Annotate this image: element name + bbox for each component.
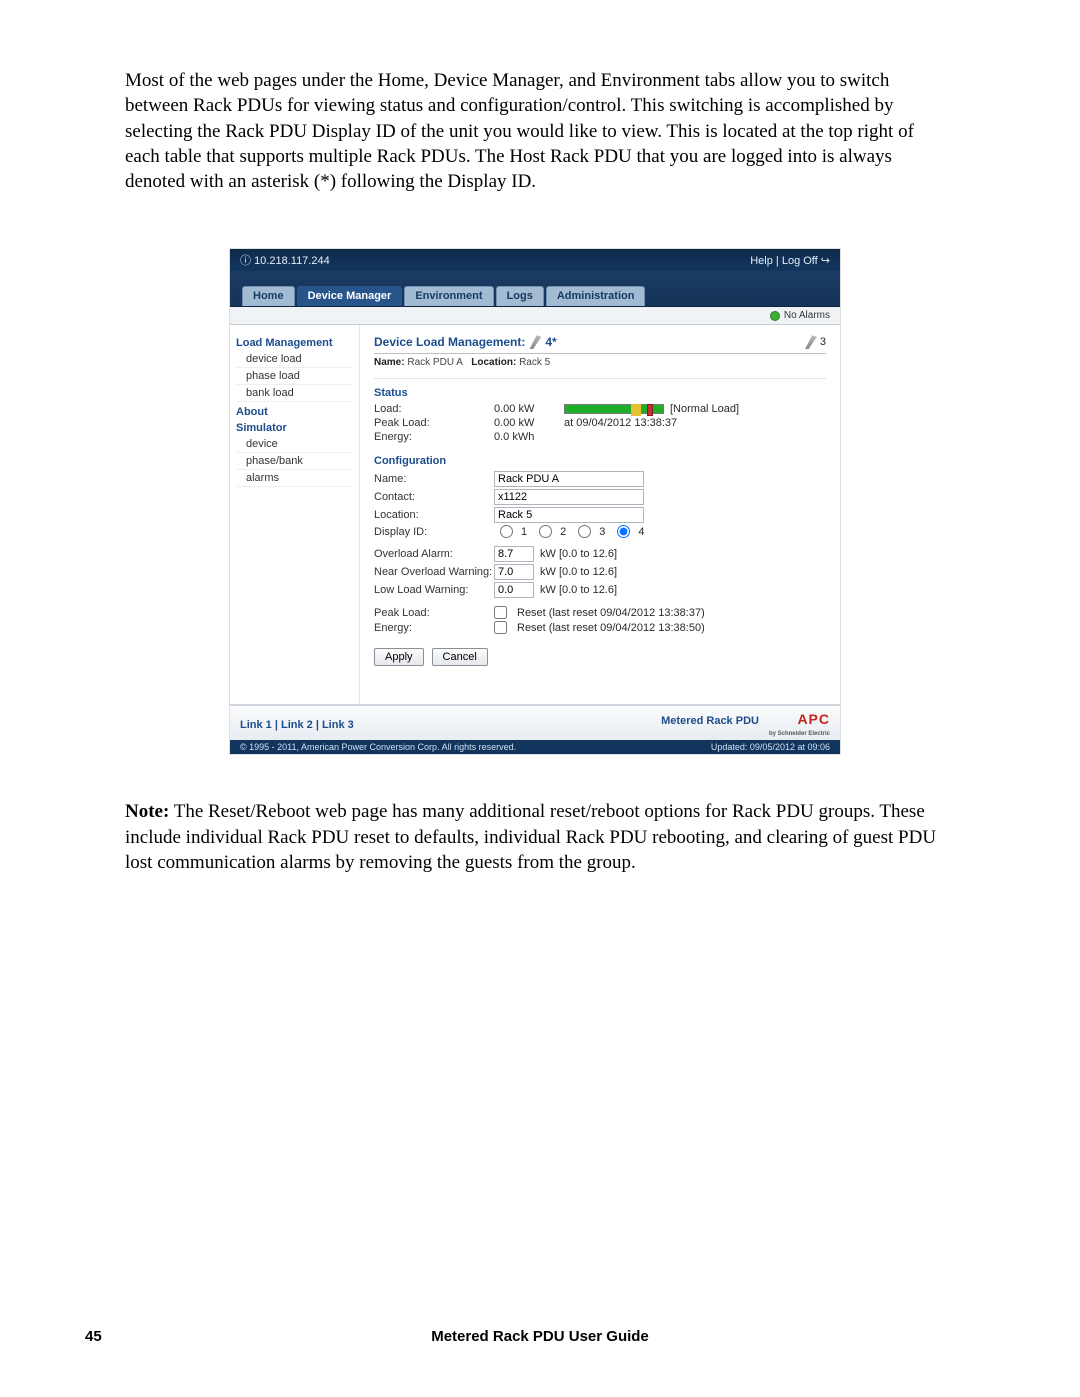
footer-links[interactable]: Link 1 | Link 2 | Link 3	[240, 719, 354, 731]
tab-administration[interactable]: Administration	[546, 286, 646, 306]
cfg-energy-label: Energy:	[374, 622, 494, 634]
subline: Name: Rack PDU A Location: Rack 5	[374, 354, 826, 379]
sidebar-header-simulator: Simulator	[236, 422, 353, 434]
radio-1[interactable]	[500, 525, 513, 538]
cfg-near-label: Near Overload Warning:	[374, 566, 514, 578]
logoff-icon: ↪	[821, 255, 830, 267]
logoff-link[interactable]: Log Off	[782, 255, 818, 267]
cfg-low-label: Low Load Warning:	[374, 584, 494, 596]
cfg-name-input[interactable]	[494, 471, 644, 487]
page-footer: 45 Metered Rack PDU User Guide	[0, 1328, 1080, 1345]
apply-button[interactable]: Apply	[374, 648, 424, 666]
tab-band: Home Device Manager Environment Logs Adm…	[230, 271, 840, 307]
cfg-location-label: Location:	[374, 509, 494, 521]
title-right-id[interactable]: 3	[805, 335, 826, 349]
no-alarm-label: No Alarms	[784, 310, 830, 321]
top-links: Help | Log Off ↪	[750, 254, 830, 267]
notepad-icon	[805, 335, 817, 349]
load-bar	[564, 404, 664, 414]
load-value: 0.00 kW	[494, 403, 564, 415]
sidebar: Load Management device load phase load b…	[230, 325, 360, 704]
window-topbar: ⓘ 10.218.117.244 Help | Log Off ↪	[230, 249, 840, 271]
section-config: Configuration	[374, 455, 826, 467]
cancel-button[interactable]: Cancel	[432, 648, 488, 666]
cfg-peak-label: Peak Load:	[374, 607, 494, 619]
cfg-display-radios: 1 2 3 4	[494, 525, 826, 538]
tab-logs[interactable]: Logs	[496, 286, 544, 306]
product-name: Metered Rack PDU	[661, 715, 759, 727]
cfg-overload-range: kW [0.0 to 12.6]	[540, 548, 617, 560]
tab-device-manager[interactable]: Device Manager	[297, 286, 403, 306]
cfg-near-input[interactable]	[494, 564, 534, 580]
help-link[interactable]: Help	[750, 255, 773, 267]
cfg-display-label: Display ID:	[374, 526, 494, 538]
peak-note: at 09/04/2012 13:38:37	[564, 417, 826, 429]
peak-value: 0.00 kW	[494, 417, 564, 429]
cfg-contact-label: Contact:	[374, 491, 494, 503]
sidebar-header-load: Load Management	[236, 337, 353, 349]
sidebar-item-bank-load[interactable]: bank load	[236, 385, 353, 402]
radio-2[interactable]	[539, 525, 552, 538]
cfg-peak-reset-checkbox[interactable]	[494, 606, 507, 619]
title-id: 4*	[545, 335, 556, 349]
cfg-peak-reset-label: Reset (last reset 09/04/2012 13:38:37)	[517, 607, 705, 619]
notepad-icon	[529, 335, 541, 349]
page-footer-title: Metered Rack PDU User Guide	[431, 1328, 649, 1345]
cfg-low-input[interactable]	[494, 582, 534, 598]
cfg-energy-reset-label: Reset (last reset 09/04/2012 13:38:50)	[517, 622, 705, 634]
cfg-contact-input[interactable]	[494, 489, 644, 505]
tab-environment[interactable]: Environment	[404, 286, 493, 306]
tab-home[interactable]: Home	[242, 286, 295, 306]
section-status: Status	[374, 387, 826, 399]
cfg-overload-input[interactable]	[494, 546, 534, 562]
embedded-screenshot: ⓘ 10.218.117.244 Help | Log Off ↪ Home D…	[230, 249, 840, 754]
cfg-near-range: kW [0.0 to 12.6]	[540, 566, 617, 578]
cfg-energy-reset-checkbox[interactable]	[494, 621, 507, 634]
apc-byline: by Schneider Electric	[769, 731, 830, 737]
page-title: Device Load Management: 4*	[374, 335, 557, 349]
cfg-name-label: Name:	[374, 473, 494, 485]
intro-paragraph: Most of the web pages under the Home, De…	[125, 68, 945, 194]
sidebar-header-about[interactable]: About	[236, 406, 353, 418]
energy-label: Energy:	[374, 431, 494, 443]
cfg-overload-label: Overload Alarm:	[374, 548, 494, 560]
cfg-low-range: kW [0.0 to 12.6]	[540, 584, 617, 596]
note-paragraph: Note: The Reset/Reboot web page has many…	[125, 799, 945, 875]
peak-label: Peak Load:	[374, 417, 494, 429]
radio-3[interactable]	[578, 525, 591, 538]
load-label: Load:	[374, 403, 494, 415]
sidebar-item-device[interactable]: device	[236, 436, 353, 453]
ip-address: ⓘ 10.218.117.244	[240, 252, 330, 268]
updated: Updated: 09/05/2012 at 09:06	[711, 742, 830, 752]
copyright: © 1995 - 2011, American Power Conversion…	[240, 742, 516, 752]
sidebar-item-device-load[interactable]: device load	[236, 351, 353, 368]
cfg-location-input[interactable]	[494, 507, 644, 523]
page-number: 45	[85, 1328, 102, 1345]
alarm-bar: No Alarms	[230, 307, 840, 325]
energy-value: 0.0 kWh	[494, 431, 564, 443]
radio-4[interactable]	[617, 525, 630, 538]
no-alarm-icon	[770, 311, 780, 321]
load-note: [Normal Load]	[670, 403, 739, 415]
sidebar-item-phase-bank[interactable]: phase/bank	[236, 453, 353, 470]
apc-logo: APC	[797, 711, 830, 727]
sidebar-item-alarms[interactable]: alarms	[236, 470, 353, 487]
sidebar-item-phase-load[interactable]: phase load	[236, 368, 353, 385]
